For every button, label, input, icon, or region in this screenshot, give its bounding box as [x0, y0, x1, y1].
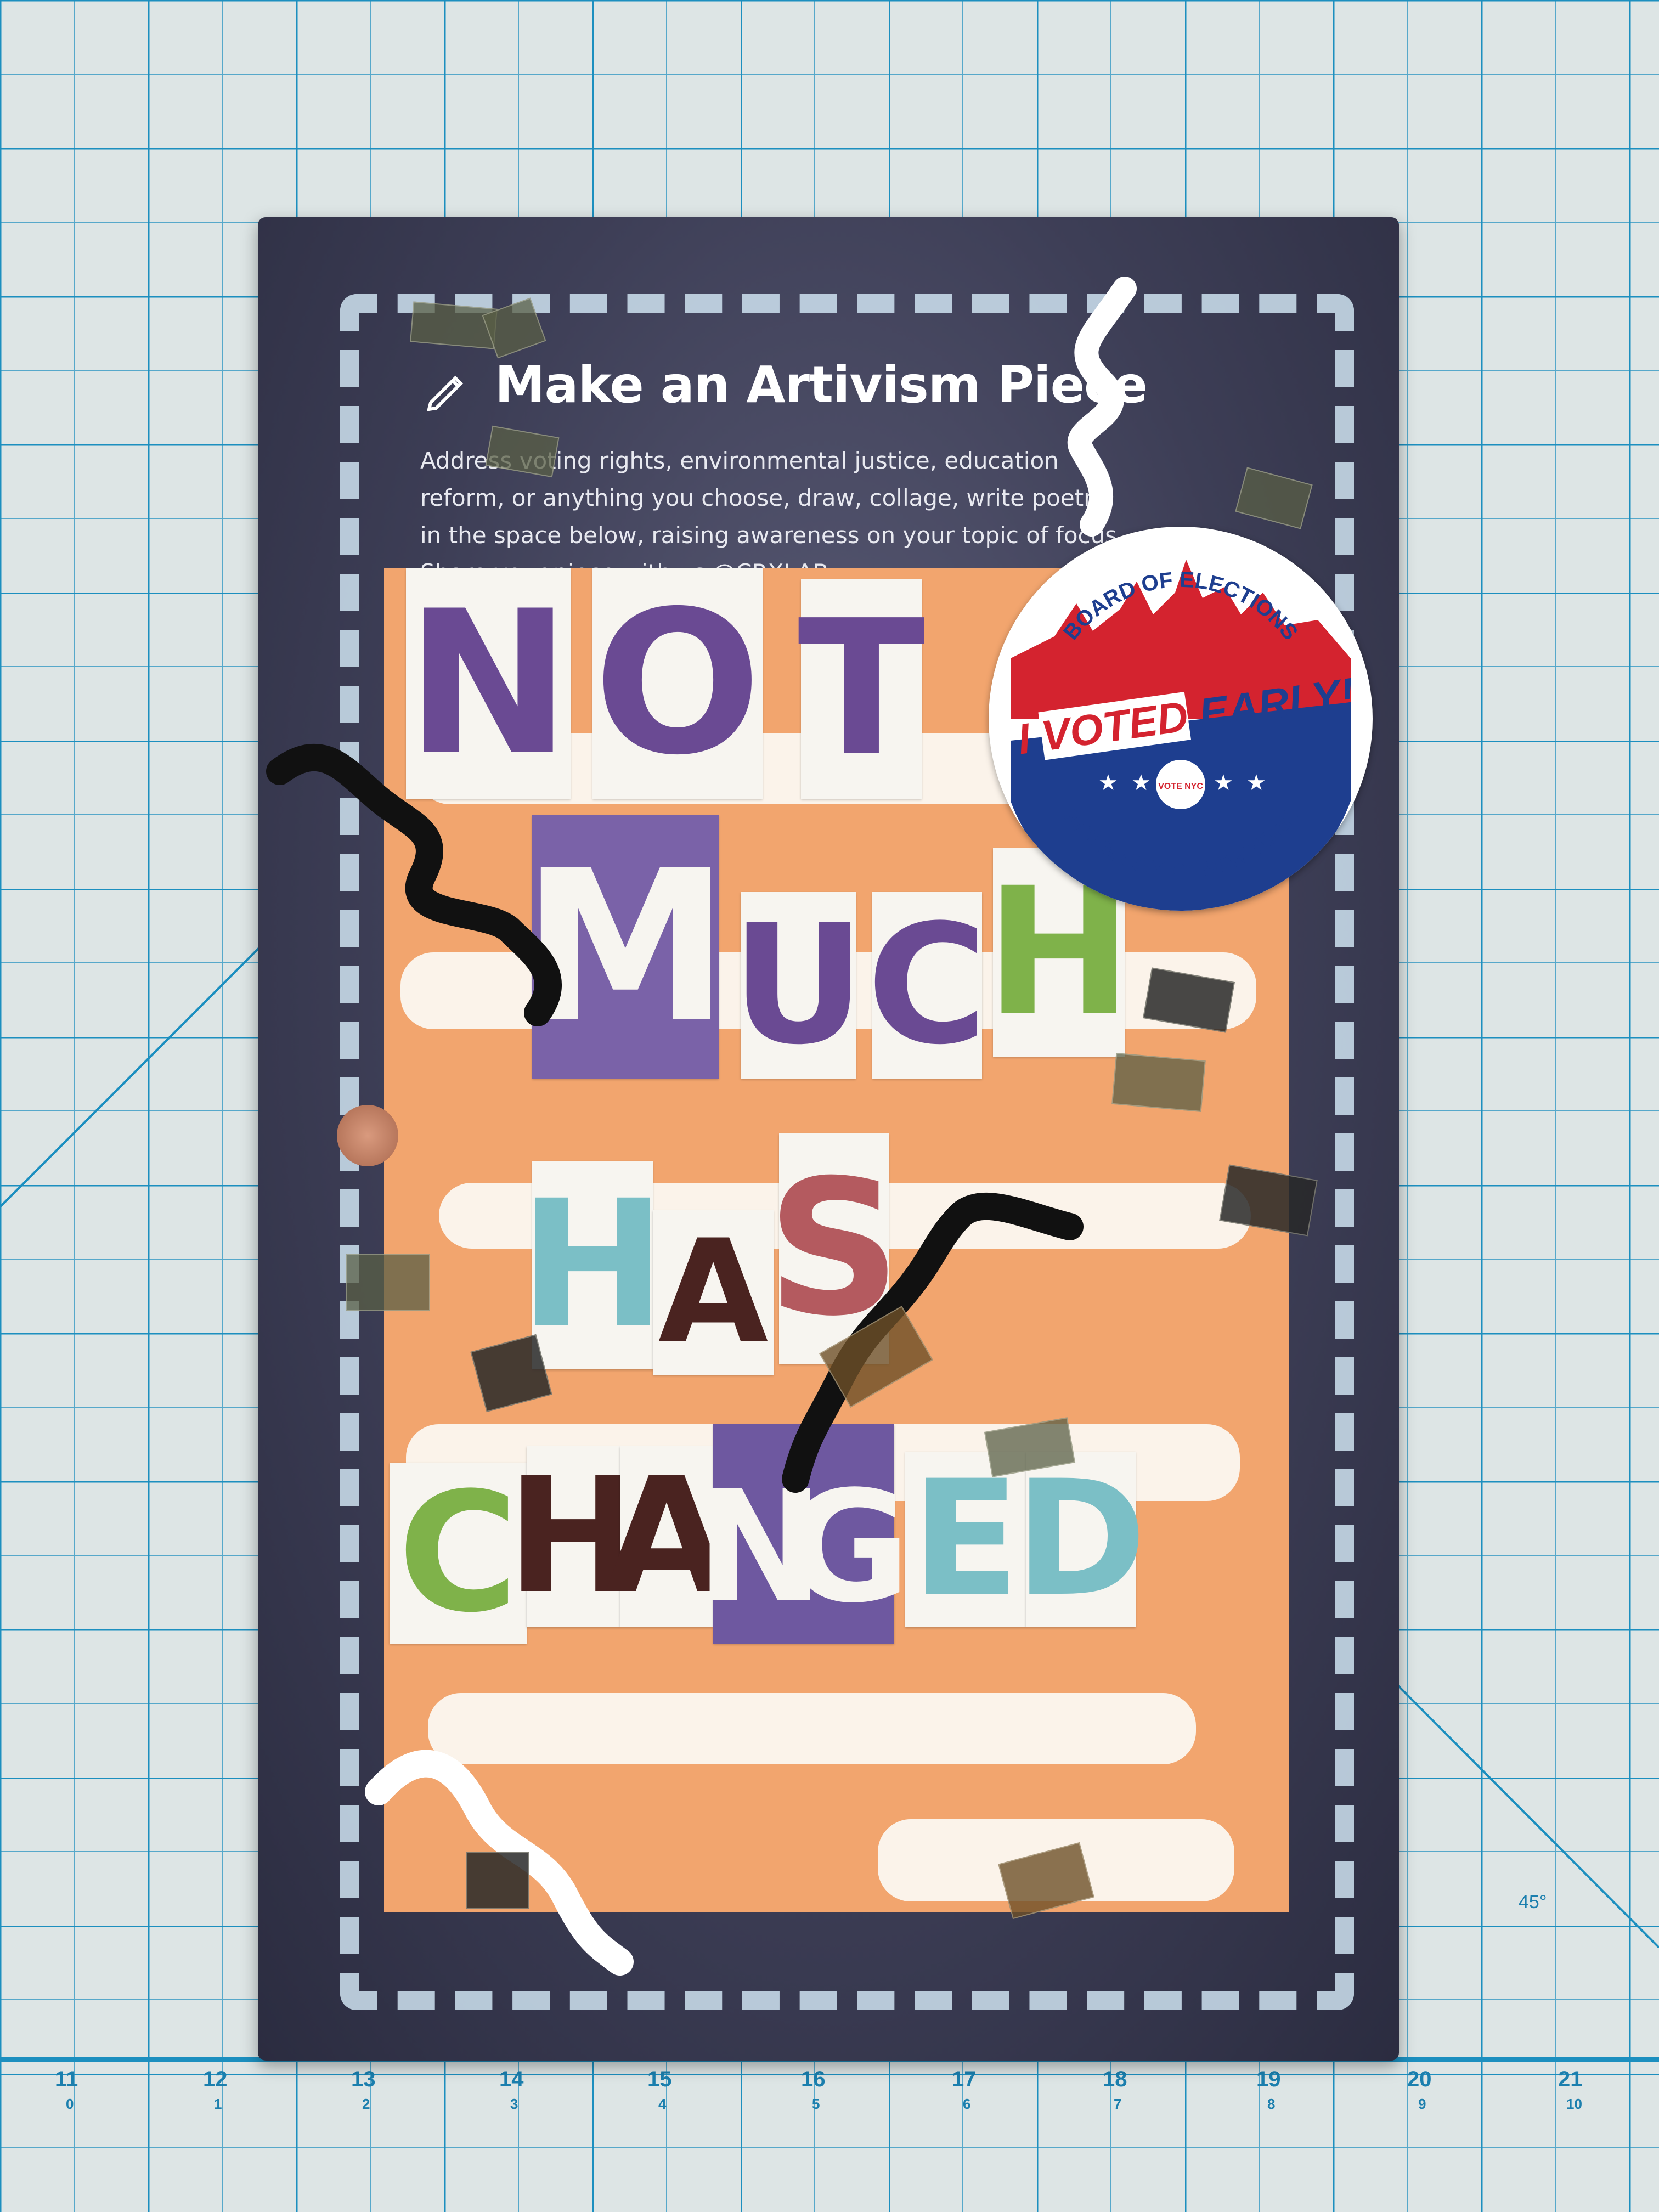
- white-squiggle: [1067, 276, 1137, 537]
- copper-dot: [337, 1105, 398, 1166]
- ruler-small-number: 8: [1267, 2096, 1276, 2112]
- angle-label: 45°: [1519, 1892, 1547, 1912]
- ruler-number: 12: [203, 2067, 228, 2091]
- ruler-number: 14: [499, 2067, 524, 2091]
- ruler-number: 18: [1103, 2067, 1127, 2091]
- ruler-small-number: 7: [1114, 2096, 1122, 2112]
- star-icon: ★: [1098, 770, 1118, 795]
- ruler-small-number: 5: [812, 2096, 820, 2112]
- ruler-number: 20: [1407, 2067, 1432, 2091]
- tape-piece: [346, 1254, 430, 1311]
- ruler-small-number: 6: [963, 2096, 971, 2112]
- ruler-small-number: 1: [214, 2096, 222, 2112]
- ruler-small-number: 4: [658, 2096, 667, 2112]
- star-icon: ★: [1214, 770, 1233, 795]
- ruler-small-number: 0: [66, 2096, 74, 2112]
- sticker-i: I: [1014, 714, 1034, 764]
- ruler-small-number: 9: [1418, 2096, 1426, 2112]
- ruler-small-number: 2: [362, 2096, 370, 2112]
- ruler-number: 19: [1256, 2067, 1281, 2091]
- tape-piece: [466, 1852, 529, 1909]
- artivism-bag: Make an Artivism Piece Address voting ri…: [258, 217, 1399, 2061]
- ruler-number: 15: [647, 2067, 672, 2091]
- ruler-number: 21: [1558, 2067, 1583, 2091]
- star-icon: ★: [1131, 770, 1151, 795]
- ruler-number: 13: [351, 2067, 376, 2091]
- star-icon: ★: [1246, 770, 1266, 795]
- black-squiggle: [266, 743, 562, 1026]
- tape-piece: [1111, 1053, 1206, 1112]
- ruler-number: 16: [801, 2067, 826, 2091]
- ruler-small-number: 3: [510, 2096, 518, 2112]
- voted-early-sticker: BOARD OF ELECTIONS IN THE CITY OF NEW YO…: [989, 527, 1373, 911]
- ruler-number: 17: [952, 2067, 977, 2091]
- vote-nyc-text: VOTE NYC: [1158, 782, 1203, 791]
- ruler-small-number: 10: [1566, 2096, 1582, 2112]
- squiggle-layer: [266, 276, 1137, 1976]
- tape-piece: [410, 301, 498, 349]
- ruler-number: 11: [55, 2067, 78, 2091]
